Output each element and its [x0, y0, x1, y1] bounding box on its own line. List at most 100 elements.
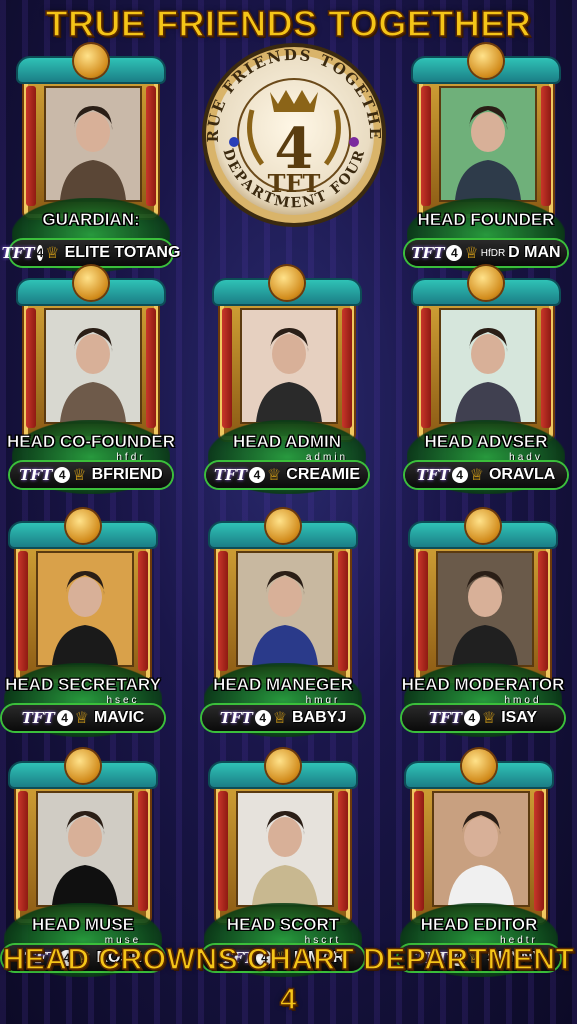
frame-pillar-right — [541, 86, 551, 206]
member-role: HEAD MODERATOR — [401, 675, 565, 695]
member-card: HEAD MANEGER hmgr TFT 4 ♕ BABYJ — [202, 505, 364, 745]
member-tag: TFT 4 ♕ CREAMIE — [206, 462, 368, 488]
ornate-frame — [210, 749, 356, 923]
tft-logo: TFT — [428, 709, 462, 727]
member-photo — [236, 791, 334, 907]
frame-pillar-right — [138, 791, 148, 911]
member-card: HEAD SECRETARY hsec TFT 4 ♕ MAVIC — [2, 505, 164, 745]
tft-logo: TFT — [416, 466, 450, 484]
tft-logo: TFT — [1, 244, 35, 262]
member-card: HEAD ADVSER hadv TFT 4 ♕ ORAVLA — [405, 262, 567, 502]
badge-abbr: TFT — [268, 169, 321, 198]
crown-icon: ♕ — [469, 467, 484, 484]
frame-pillar-left — [421, 86, 431, 206]
ornate-frame — [406, 749, 552, 923]
member-tag: TFT 4 ♕ BFRIEND — [10, 462, 172, 488]
crown-orb-icon — [466, 509, 500, 543]
ornate-frame — [18, 266, 164, 440]
member-name: ORAVLA — [488, 466, 556, 483]
frame-pillar-left — [421, 308, 431, 428]
member-role: HEAD ADVSER — [424, 432, 548, 452]
member-card: HEAD CO-FOUNDER hfdr TFT 4 ♕ BFRIEND — [7, 262, 175, 502]
tft-logo: TFT — [213, 466, 247, 484]
ornate-frame — [410, 509, 556, 683]
crown-icon: ♕ — [74, 710, 89, 727]
member-role: HEAD MANEGER — [213, 675, 353, 695]
crown-icon: ♕ — [464, 245, 479, 262]
member-tag: TFT 4 ♕ BABYJ — [202, 705, 364, 731]
member-name: D MAN — [508, 244, 561, 261]
crown-orb-icon — [66, 749, 100, 783]
frame-pillar-left — [218, 551, 228, 671]
member-photo — [236, 551, 334, 667]
member-card: HEAD MODERATOR hmod TFT 4 ♕ ISAY — [401, 505, 565, 745]
member-name: BFRIEND — [91, 466, 163, 483]
crown-orb-icon — [266, 509, 300, 543]
member-role: HEAD SCORT — [226, 915, 340, 935]
crown-icon: ♕ — [45, 245, 60, 262]
member-photo — [439, 86, 537, 202]
member-name: CREAMIE — [286, 466, 361, 483]
badge-emblem: TRUE FRIENDS TOGETHER DEPARTMENT FOUR 4 … — [175, 26, 386, 227]
frame-pillar-right — [538, 551, 548, 671]
crown-orb-icon — [469, 44, 503, 78]
member-name: ELITE TOTANG — [64, 244, 181, 261]
four-circle-icon: 4 — [463, 710, 480, 726]
crown-icon: ♕ — [481, 710, 497, 727]
frame-pillar-right — [338, 791, 348, 911]
frame-pillar-right — [342, 308, 352, 428]
ornate-frame — [214, 266, 360, 440]
frame-pillar-right — [338, 551, 348, 671]
crown-icon: ♕ — [266, 467, 282, 484]
frame-pillar-left — [414, 791, 424, 911]
crown-orb-icon — [462, 749, 496, 783]
department-badge: TRUE FRIENDS TOGETHER DEPARTMENT FOUR 4 … — [175, 26, 406, 230]
frame-pillar-left — [418, 551, 428, 671]
frame-pillar-left — [18, 551, 28, 671]
four-circle-icon: 4 — [248, 467, 265, 483]
frame-pillar-left — [18, 791, 28, 911]
member-photo — [36, 791, 134, 907]
tft-logo: TFT — [19, 466, 53, 484]
member-name: MAVIC — [93, 709, 145, 726]
frame-pillar-right — [146, 86, 156, 206]
ornate-frame — [10, 749, 156, 923]
frame-pillar-right — [534, 791, 544, 911]
crown-orb-icon — [270, 266, 304, 300]
member-role: HEAD ADMIN — [233, 432, 342, 452]
frame-pillar-left — [222, 308, 232, 428]
member-photo — [36, 551, 134, 667]
tft-logo: TFT — [219, 709, 253, 727]
member-card: HEAD FOUNDER TFT 4 ♕ HfDR D MAN — [405, 40, 567, 280]
four-circle-icon: 4 — [36, 245, 44, 261]
four-circle-icon: 4 — [56, 710, 73, 726]
crown-orb-icon — [469, 266, 503, 300]
member-name: BABYJ — [292, 709, 347, 726]
member-photo — [44, 86, 142, 202]
four-circle-icon: 4 — [451, 467, 468, 483]
member-name: ISAY — [501, 709, 538, 726]
member-card: HEAD ADMIN admin TFT 4 ♕ CREAMIE — [206, 262, 368, 502]
member-role: GUARDIAN: — [42, 210, 140, 230]
tft-logo: TFT — [21, 709, 55, 727]
member-photo — [439, 308, 537, 424]
member-role: HEAD MUSE — [31, 915, 135, 935]
crown-orb-icon — [66, 509, 100, 543]
gem-icon-left — [229, 137, 239, 147]
member-role: HEAD FOUNDER — [417, 210, 555, 230]
crown-orb-icon — [74, 266, 108, 300]
frame-pillar-left — [26, 86, 36, 206]
member-role: HEAD EDITOR — [420, 915, 538, 935]
ornate-frame — [10, 509, 156, 683]
ornate-frame — [18, 44, 164, 218]
member-role: HEAD CO-FOUNDER — [6, 432, 176, 452]
four-circle-icon: 4 — [54, 467, 71, 483]
gem-icon-right — [349, 137, 359, 147]
member-tag: TFT 4 ♕ ISAY — [402, 705, 564, 731]
member-photo — [432, 791, 530, 907]
frame-pillar-right — [541, 308, 551, 428]
frame-pillar-right — [146, 308, 156, 428]
ornate-frame — [413, 44, 559, 218]
four-circle-icon: 4 — [254, 710, 271, 726]
crown-icon: ♕ — [72, 467, 87, 484]
